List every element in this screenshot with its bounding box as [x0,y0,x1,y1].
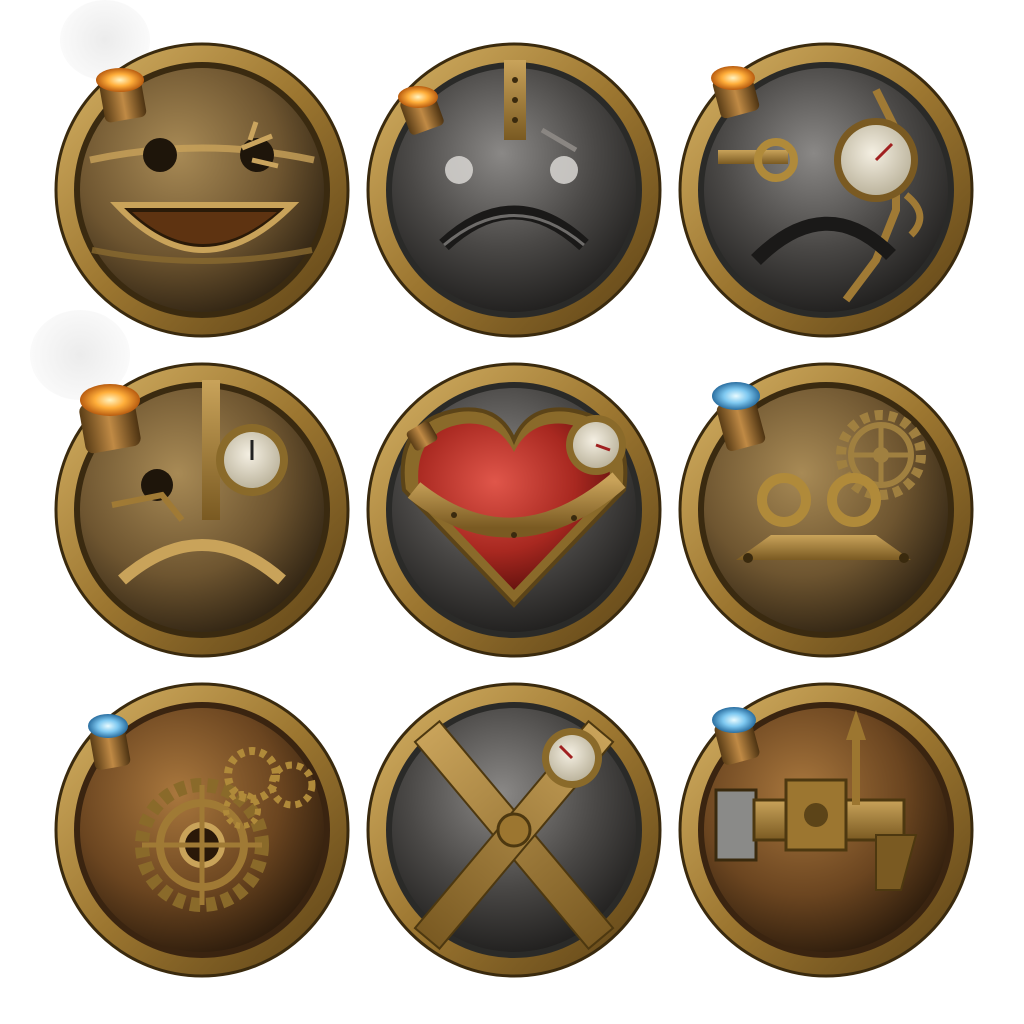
frowning-gauge-face-svg [678,42,974,338]
heart-gauge-icon[interactable] [364,360,664,660]
heart-gauge-svg [366,362,662,658]
steam-pipe [88,714,131,770]
sad-face-svg [366,42,662,338]
steam-pipe [79,384,141,454]
cross-x-gauge-icon[interactable] [364,680,664,980]
cross-x-gauge-svg [366,682,662,978]
machine-gun-icon[interactable] [676,680,976,980]
gears-icon[interactable] [52,680,352,980]
gears-svg [54,682,350,978]
neutral-gear-face-svg [678,362,974,658]
frowning-gauge-face-icon[interactable] [676,40,976,340]
happy-face-svg [54,42,350,338]
happy-face-icon[interactable] [52,40,352,340]
sad-gauge-face-icon[interactable] [52,360,352,660]
icon-grid [52,40,976,980]
steampunk-emoji-sheet [0,0,1024,1024]
sad-face-icon[interactable] [364,40,664,340]
sad-gauge-face-svg [54,362,350,658]
machine-gun-svg [678,682,974,978]
neutral-gear-face-icon[interactable] [676,360,976,660]
